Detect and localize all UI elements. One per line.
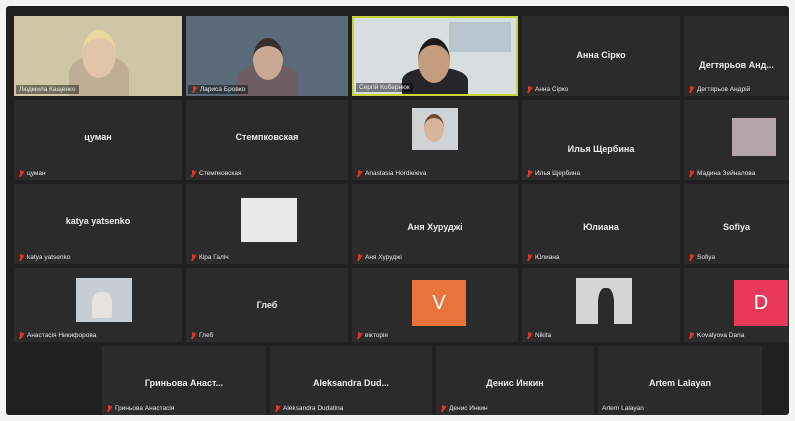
participant-face xyxy=(82,30,116,78)
participant-name: Sofiya xyxy=(697,254,716,261)
participant-name: Анна Сірко xyxy=(535,86,569,93)
participant-tile-tsuman[interactable]: цуман цуман xyxy=(14,100,182,180)
participant-tile-hordieieva[interactable]: Anastasia Hordieieva xyxy=(352,100,518,180)
participant-name: Гриньова Анастасія xyxy=(115,405,175,412)
microphone-muted-icon xyxy=(190,332,196,339)
participant-tile-anna-sirko[interactable]: Анна Сірко Анна Сірко xyxy=(522,16,680,96)
participant-name: Стемпковская xyxy=(199,170,242,177)
participant-name: Денис Инкин xyxy=(449,405,488,412)
participant-name: Юлиана xyxy=(535,254,560,261)
microphone-muted-icon xyxy=(526,254,532,261)
participant-tile-zeinalova[interactable]: Мадина Зейналова xyxy=(684,100,789,180)
microphone-muted-icon xyxy=(356,332,362,339)
participant-name: katya yatsenko xyxy=(27,254,71,261)
participant-display-name: Дегтярьов Анд... xyxy=(699,60,774,70)
avatar: D xyxy=(734,280,788,326)
microphone-muted-icon xyxy=(356,254,362,261)
zoom-gallery-view: Людмила Кащенко Лариса Бровко Сергій Коб… xyxy=(6,6,789,415)
participant-display-name: Sofiya xyxy=(722,222,750,232)
participant-tile-dudatina[interactable]: Aleksandra Dud... Aleksandra Dudatina xyxy=(270,346,432,415)
participant-name: Анастасія Никифорова xyxy=(27,332,97,339)
participant-name: Сергій Кобернюк xyxy=(359,84,410,91)
participant-name: Aleksandra Dudatina xyxy=(283,405,344,412)
microphone-muted-icon xyxy=(191,86,197,93)
participant-name: Глеб xyxy=(199,332,214,339)
participant-tile-yatsenko[interactable]: katya yatsenko katya yatsenko xyxy=(14,184,182,264)
profile-picture xyxy=(576,278,632,324)
participant-face xyxy=(418,38,450,83)
profile-picture-figure xyxy=(92,292,112,318)
participant-tile-hrynova[interactable]: Гриньова Анаст... Гриньова Анастасія xyxy=(102,346,266,415)
participant-tile-dehtiarov[interactable]: Дегтярьов Анд... Дегтярьов Андрій xyxy=(684,16,789,96)
participant-name: Anastasia Hordieieva xyxy=(365,170,427,177)
microphone-muted-icon xyxy=(526,86,532,93)
participant-tile-gleb[interactable]: Глеб Глеб xyxy=(186,268,348,342)
microphone-muted-icon xyxy=(688,254,694,261)
microphone-muted-icon xyxy=(526,332,532,339)
participant-display-name: Artem Lalayan xyxy=(648,378,712,388)
participant-name: Nikita xyxy=(535,332,552,339)
participant-tile-nykyforova[interactable]: Анастасія Никифорова xyxy=(14,268,182,342)
participant-name: Илья Щербина xyxy=(535,170,581,177)
participant-display-name: Илья Щербина xyxy=(567,144,635,154)
participant-tile-lalayan[interactable]: Artem Lalayan Artem Lalayan xyxy=(598,346,762,415)
participant-name: Кіра Галіч xyxy=(199,254,229,261)
participant-tile-nikita[interactable]: Nikita xyxy=(522,268,680,342)
participant-tile-viktoriya[interactable]: V вікторія xyxy=(352,268,518,342)
profile-picture xyxy=(76,278,132,322)
microphone-muted-icon xyxy=(526,170,532,177)
participant-face xyxy=(253,38,283,80)
profile-picture-face xyxy=(424,114,444,142)
microphone-muted-icon xyxy=(274,405,280,412)
participant-name: Людмила Кащенко xyxy=(19,86,76,93)
participant-tile-serhii[interactable]: Сергій Кобернюк xyxy=(352,16,518,96)
microphone-muted-icon xyxy=(106,405,112,412)
microphone-muted-icon xyxy=(440,405,446,412)
participant-display-name: Денис Инкин xyxy=(486,378,544,388)
participant-display-name: Глеб xyxy=(256,300,278,310)
participant-display-name: Aleksandra Dud... xyxy=(312,378,390,388)
participant-display-name: katya yatsenko xyxy=(65,216,131,226)
participant-tile-sofiya[interactable]: Sofiya Sofiya xyxy=(684,184,789,264)
participant-video xyxy=(449,22,511,52)
microphone-muted-icon xyxy=(356,170,362,177)
participant-name: вікторія xyxy=(365,332,388,339)
participant-name: Дегтярьов Андрій xyxy=(697,86,751,93)
microphone-muted-icon xyxy=(688,170,694,177)
participant-display-name: Стемпковская xyxy=(235,132,299,142)
microphone-muted-icon xyxy=(688,332,694,339)
profile-picture xyxy=(241,198,297,242)
participant-tile-stempkovskaya[interactable]: Стемпковская Стемпковская xyxy=(186,100,348,180)
participant-display-name: Аня Хуруджі xyxy=(407,222,463,232)
participant-tile-khurudzhi[interactable]: Аня Хуруджі Аня Хуруджі xyxy=(352,184,518,264)
profile-picture xyxy=(732,118,776,156)
participant-tile-kovalyova[interactable]: D Kovalyova Daria xyxy=(684,268,789,342)
participant-tile-halich[interactable]: Кіра Галіч xyxy=(186,184,348,264)
microphone-muted-icon xyxy=(18,254,24,261)
participant-tile-shcherbyna[interactable]: Илья Щербина Илья Щербина xyxy=(522,100,680,180)
participant-tile-larysa[interactable]: Лариса Бровко xyxy=(186,16,348,96)
profile-picture xyxy=(412,108,458,150)
participant-display-name: Гриньова Анаст... xyxy=(144,378,224,388)
microphone-muted-icon xyxy=(190,254,196,261)
participant-tile-lyudmyla[interactable]: Людмила Кащенко xyxy=(14,16,182,96)
participant-name: Kovalyova Daria xyxy=(697,332,745,339)
participant-name: цуман xyxy=(27,170,46,177)
participant-display-name: Юлиана xyxy=(583,222,619,232)
microphone-muted-icon xyxy=(18,332,24,339)
avatar: V xyxy=(412,280,466,326)
microphone-muted-icon xyxy=(190,170,196,177)
participant-name: Artem Lalayan xyxy=(602,405,644,412)
participant-name: Лариса Бровко xyxy=(200,86,246,93)
participant-display-name: цуман xyxy=(84,132,112,142)
participant-tile-yuliana[interactable]: Юлиана Юлиана xyxy=(522,184,680,264)
participant-display-name: Анна Сірко xyxy=(576,50,626,60)
microphone-muted-icon xyxy=(18,170,24,177)
profile-picture-figure xyxy=(598,288,614,324)
participant-name: Мадина Зейналова xyxy=(697,170,756,177)
participant-tile-inkin[interactable]: Денис Инкин Денис Инкин xyxy=(436,346,594,415)
participant-name: Аня Хуруджі xyxy=(365,254,402,261)
microphone-muted-icon xyxy=(688,86,694,93)
